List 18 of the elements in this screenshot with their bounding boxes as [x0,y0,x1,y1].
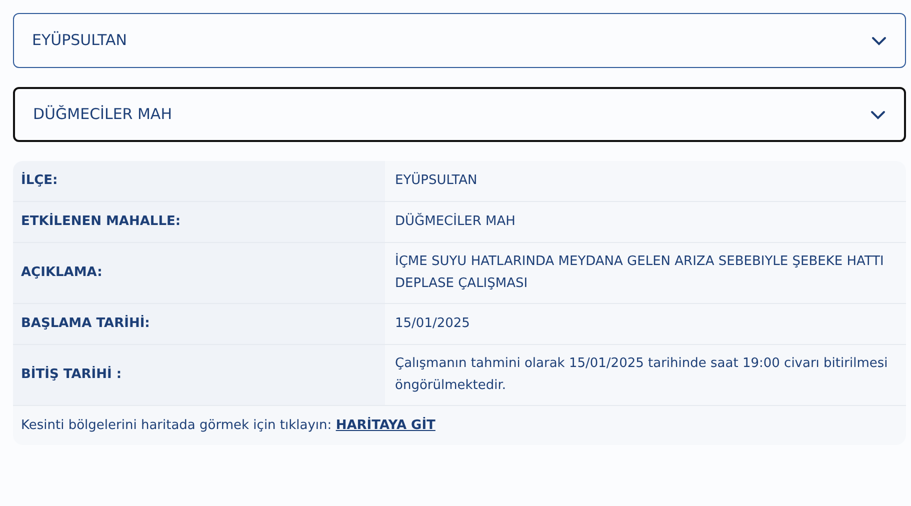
label-cell: AÇIKLAMA: [13,243,385,303]
label-cell: İLÇE: [13,161,385,201]
dropdown-select[interactable]: EYÜPSULTAN [13,13,906,68]
dropdown-value: EYÜPSULTAN [32,30,127,52]
map-note: Kesinti bölgelerini haritada görmek için tıklayın: HARİTAYA GİT [21,416,436,435]
chevron-down-icon [871,36,887,46]
value-cell-text: DÜĞMECİLER MAH [394,212,516,231]
map-link[interactable]: HARİTAYA GİT [336,418,436,433]
value-cell-text: 15/01/2025 [394,315,471,333]
value-cell-text: EYÜPSULTAN [394,171,478,190]
label-cell: BİTİŞ TARİHİ : [13,345,385,405]
chevron-down-icon [870,110,886,120]
label-cell: BAŞLAMA TARİHİ: [13,304,385,344]
label-cell: ETKİLENEN MAHALLE: [13,202,385,242]
dropdown-select[interactable]: DÜĞMECİLER MAH [13,87,906,142]
value-cell-text: İÇME SUYU HATLARINDA MEYDANA GELEN ARIZA SEBEBIYLE ŞEBEKE HATTI DEPLASE ÇALIŞMASI [394,252,885,293]
dropdown-value: DÜĞMECİLER MAH [33,104,172,126]
value-cell-text: Çalışmanın tahmini olarak 15/01/2025 tarihinde saat 19:00 civarı bitirilmesi öngörülmektedir. [394,355,889,395]
